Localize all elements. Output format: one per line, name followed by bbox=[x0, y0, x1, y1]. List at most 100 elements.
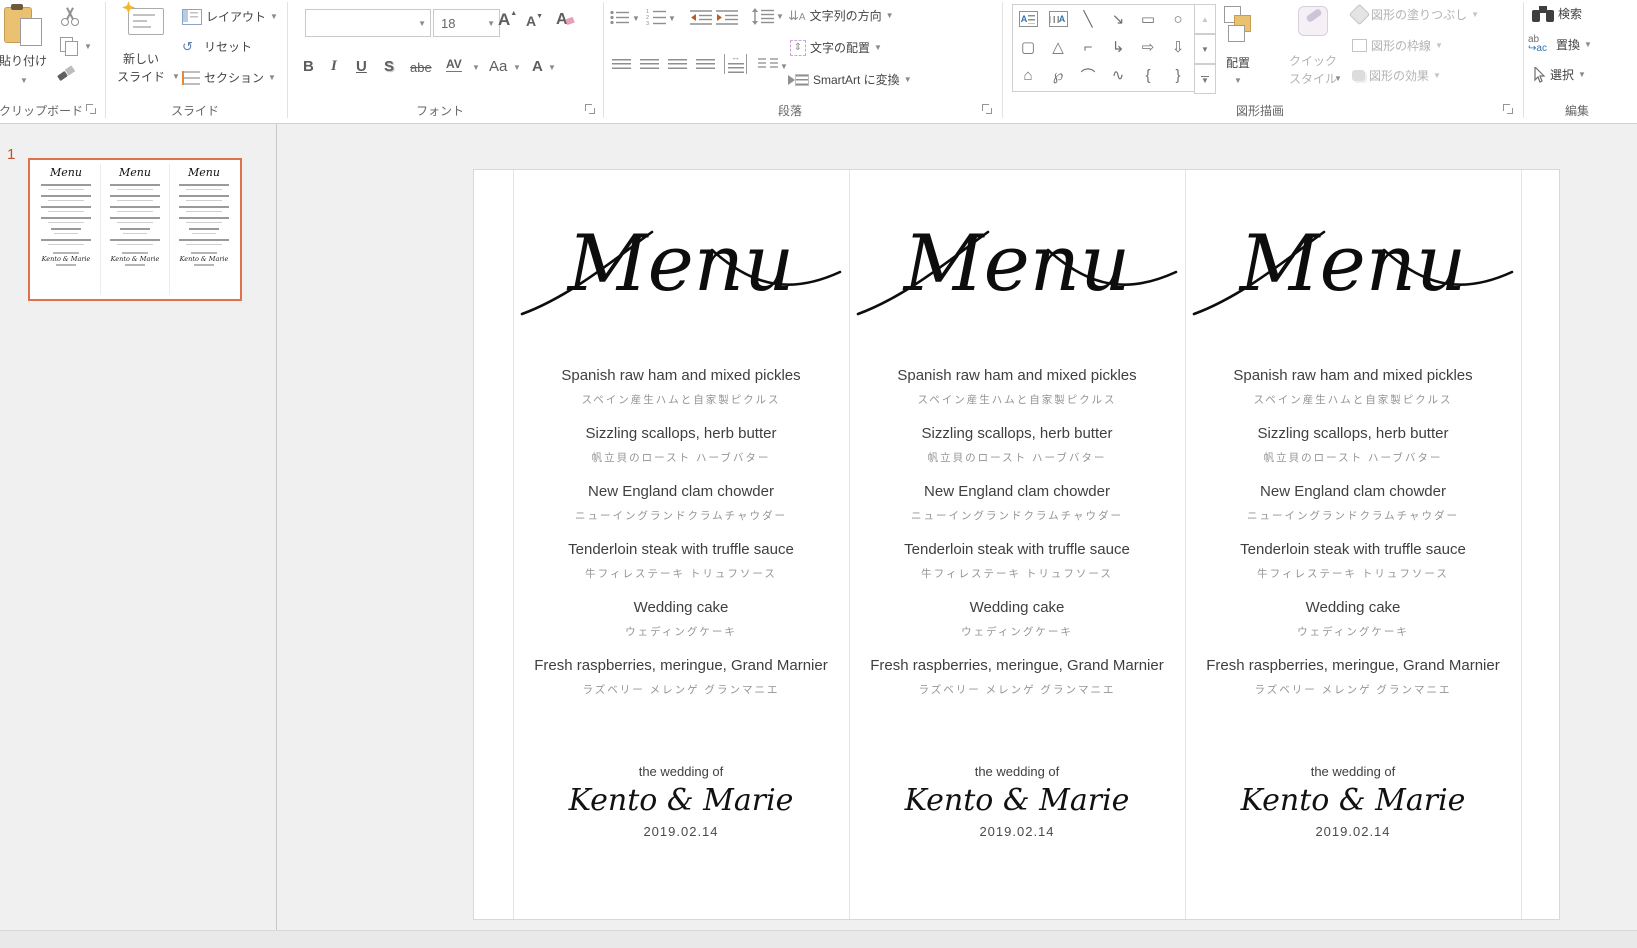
copy-button[interactable] bbox=[60, 37, 73, 52]
clear-formatting-button[interactable]: A bbox=[556, 11, 574, 29]
section-button[interactable]: セクション ▼ bbox=[182, 69, 276, 86]
workspace: 1 Menu Kento & Marie Menu Kento & Marie … bbox=[0, 124, 1637, 947]
shape-oval[interactable]: ○ bbox=[1163, 5, 1193, 33]
format-painter-button[interactable] bbox=[58, 66, 74, 80]
menu-items: Spanish raw ham and mixed picklesスペイン産生ハ… bbox=[513, 366, 849, 698]
shape-outline-label: 図形の枠線 bbox=[1371, 37, 1431, 54]
numbering-button[interactable]: 123 bbox=[646, 8, 667, 25]
bullets-arrow[interactable]: ▼ bbox=[632, 14, 640, 23]
thumbnail-panel-divider[interactable] bbox=[276, 124, 277, 947]
align-left-button[interactable] bbox=[612, 58, 631, 76]
shape-textbox-horizontal[interactable]: A bbox=[1013, 5, 1043, 33]
columns-arrow[interactable]: ▼ bbox=[780, 62, 788, 71]
new-slide-button[interactable]: 新しい スライド ▼ bbox=[110, 0, 178, 96]
justify-button[interactable] bbox=[696, 58, 715, 76]
paragraph-group-label: 段落 bbox=[740, 102, 840, 119]
shape-curve[interactable]: ∿ bbox=[1103, 61, 1133, 89]
shape-left-brace[interactable]: { bbox=[1133, 61, 1163, 89]
character-spacing-button[interactable]: AV bbox=[446, 57, 462, 72]
menu-item: Sizzling scallops, herb butter帆立貝のロースト ハ… bbox=[1185, 424, 1521, 466]
shapes-scroll-up[interactable]: ▲ bbox=[1194, 4, 1216, 34]
copy-dropdown-arrow[interactable]: ▼ bbox=[84, 42, 92, 51]
font-dialog-launcher[interactable] bbox=[585, 104, 595, 114]
menu-item: Tenderloin steak with truffle sauce牛フィレス… bbox=[849, 540, 1185, 582]
align-right-button[interactable] bbox=[668, 58, 687, 76]
font-size-combo[interactable]: 18▼ bbox=[433, 9, 500, 37]
menu-panel-1[interactable]: Menu Spanish raw ham and mixed picklesスペ… bbox=[513, 170, 849, 919]
convert-smartart-button[interactable]: SmartArt に変換 ▼ bbox=[788, 71, 912, 88]
editing-group-label: 編集 bbox=[1527, 102, 1627, 119]
increase-indent-button[interactable] bbox=[716, 10, 738, 25]
font-color-arrow[interactable]: ▼ bbox=[548, 63, 556, 72]
line-spacing-arrow[interactable]: ▼ bbox=[776, 12, 784, 21]
menu-item: Spanish raw ham and mixed picklesスペイン産生ハ… bbox=[513, 366, 849, 408]
shape-freeform[interactable]: ⌂ bbox=[1013, 61, 1043, 89]
shapes-gallery-more[interactable]: ▼ bbox=[1194, 64, 1216, 94]
shapes-scroll-down[interactable]: ▼ bbox=[1194, 34, 1216, 64]
cut-button[interactable] bbox=[60, 6, 80, 26]
text-direction-button[interactable]: ⇊A 文字列の方向 ▼ bbox=[788, 7, 894, 24]
underline-button[interactable]: U bbox=[356, 58, 367, 75]
bullets-button[interactable] bbox=[610, 10, 630, 25]
shape-fill-button[interactable]: 図形の塗りつぶし ▼ bbox=[1352, 6, 1479, 23]
menu-item: Wedding cakeウェディングケーキ bbox=[849, 598, 1185, 640]
layout-button[interactable]: レイアウト ▼ bbox=[182, 8, 278, 25]
smartart-icon bbox=[788, 74, 809, 86]
line-spacing-button[interactable] bbox=[752, 8, 774, 25]
align-center-button[interactable] bbox=[640, 58, 659, 76]
shape-elbow-arrow-connector[interactable]: ↳ bbox=[1103, 33, 1133, 61]
horizontal-scrollbar-area[interactable] bbox=[0, 930, 1637, 948]
arrange-label: 配置 bbox=[1216, 54, 1260, 71]
text-shadow-button[interactable]: S bbox=[384, 58, 394, 75]
font-color-button[interactable]: A bbox=[532, 58, 543, 75]
shape-rectangle[interactable]: ▭ bbox=[1133, 5, 1163, 33]
numbering-arrow[interactable]: ▼ bbox=[668, 14, 676, 23]
shape-textbox-vertical[interactable]: A bbox=[1043, 5, 1073, 33]
character-spacing-arrow[interactable]: ▼ bbox=[472, 63, 480, 72]
shape-fill-icon bbox=[1349, 4, 1370, 25]
menu-panel-2[interactable]: Menu Spanish raw ham and mixed picklesスペ… bbox=[849, 170, 1185, 919]
svg-text:3: 3 bbox=[646, 21, 649, 25]
slide-thumbnail-1[interactable]: Menu Kento & Marie Menu Kento & Marie Me… bbox=[28, 158, 242, 301]
shrink-font-button[interactable]: A▼ bbox=[526, 13, 543, 29]
shape-down-arrow[interactable]: ⇩ bbox=[1163, 33, 1193, 61]
paragraph-dialog-launcher[interactable] bbox=[982, 104, 992, 114]
menu-item: Wedding cakeウェディングケーキ bbox=[1185, 598, 1521, 640]
grow-font-button[interactable]: A▲ bbox=[498, 10, 517, 30]
shape-triangle[interactable]: △ bbox=[1043, 33, 1073, 61]
menu-panel-3[interactable]: Menu Spanish raw ham and mixed picklesスペ… bbox=[1185, 170, 1521, 919]
columns-button[interactable] bbox=[758, 58, 778, 71]
select-button[interactable]: 選択 ▼ bbox=[1534, 66, 1586, 83]
shape-right-brace[interactable]: } bbox=[1163, 61, 1193, 89]
reset-button[interactable]: ↺ リセット bbox=[182, 38, 252, 55]
bold-button[interactable]: B bbox=[303, 58, 314, 75]
change-case-button[interactable]: Aa bbox=[489, 58, 507, 75]
slide-canvas[interactable]: Menu Spanish raw ham and mixed picklesスペ… bbox=[473, 169, 1560, 920]
distribute-text-button[interactable]: ↔ bbox=[724, 54, 747, 74]
align-text-button[interactable]: ⇕ 文字の配置 ▼ bbox=[790, 39, 882, 56]
decrease-indent-button[interactable] bbox=[690, 10, 712, 25]
shape-arrow[interactable]: ↘ bbox=[1103, 5, 1133, 33]
drawing-dialog-launcher[interactable] bbox=[1503, 104, 1513, 114]
shape-arc[interactable]: ⌒ bbox=[1073, 61, 1103, 89]
paste-dropdown-arrow[interactable]: ▼ bbox=[20, 76, 28, 85]
shape-scribble[interactable]: ℘ bbox=[1043, 61, 1073, 89]
paste-button[interactable]: 貼り付け ▼ bbox=[0, 0, 58, 96]
shape-right-arrow[interactable]: ⇨ bbox=[1133, 33, 1163, 61]
font-name-combo[interactable]: ▼ bbox=[305, 9, 431, 37]
shape-effects-button[interactable]: 図形の効果 ▼ bbox=[1352, 67, 1441, 84]
clipboard-dialog-launcher[interactable] bbox=[86, 104, 96, 114]
wedding-of-label: the wedding of bbox=[1185, 764, 1521, 779]
find-button[interactable]: 検索 bbox=[1532, 5, 1582, 22]
shape-elbow-connector[interactable]: ⌐ bbox=[1073, 33, 1103, 61]
italic-button[interactable]: I bbox=[331, 58, 337, 75]
change-case-arrow[interactable]: ▼ bbox=[513, 63, 521, 72]
arrange-button[interactable]: 配置 ▼ bbox=[1216, 0, 1260, 96]
replace-button[interactable]: ab ↪ac 置換 ▼ bbox=[1528, 35, 1592, 53]
shape-outline-button[interactable]: 図形の枠線 ▼ bbox=[1352, 37, 1443, 54]
shape-line[interactable]: ╲ bbox=[1073, 5, 1103, 33]
strikethrough-button[interactable]: abe bbox=[410, 60, 432, 75]
quick-styles-button[interactable]: クイック スタイル ▼ bbox=[1282, 0, 1344, 96]
shape-rounded-rectangle[interactable]: ▢ bbox=[1013, 33, 1043, 61]
group-separator bbox=[1523, 2, 1524, 118]
